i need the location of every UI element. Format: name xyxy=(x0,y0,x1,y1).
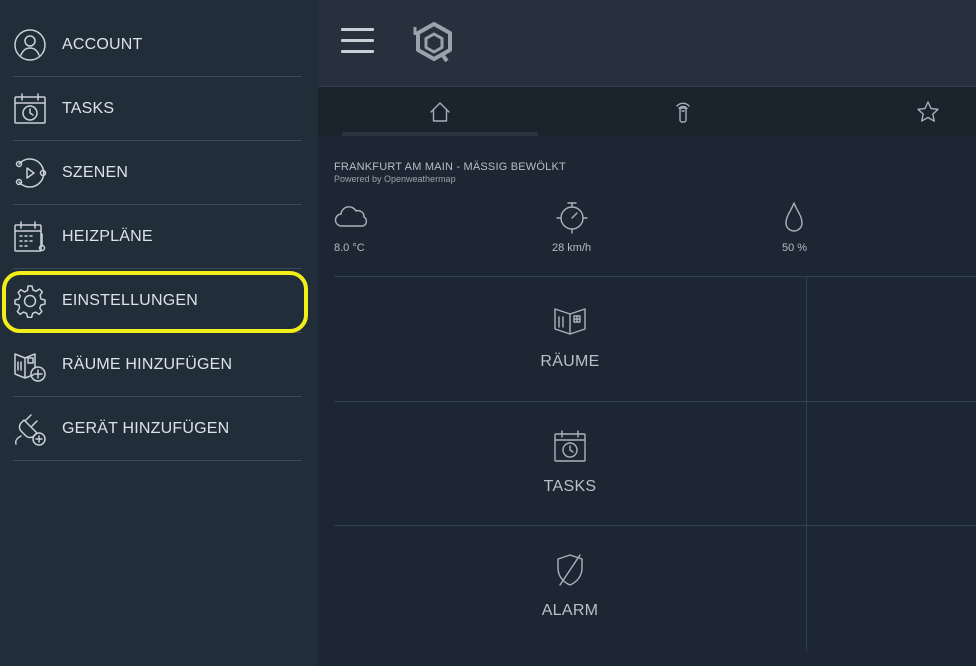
tile-raeume[interactable]: RÄUME xyxy=(334,277,806,401)
weather-provider: Powered by Openweathermap xyxy=(334,174,456,184)
tile-label: TASKS xyxy=(543,478,597,495)
hamburger-menu-icon[interactable] xyxy=(341,28,374,54)
tab-active-indicator xyxy=(342,132,538,136)
sidebar-item-szenen[interactable]: SZENEN xyxy=(13,141,302,205)
humidity-value: 50 % xyxy=(782,242,808,254)
sidebar-item-label: EINSTELLUNGEN xyxy=(62,291,198,309)
sidebar-item-label: HEIZPLÄNE xyxy=(62,227,153,245)
sidebar-item-heizplaene[interactable]: HEIZPLÄNE xyxy=(13,205,302,269)
iq-logo-icon xyxy=(411,20,457,66)
room-add-icon xyxy=(13,348,47,382)
sidebar-item-raeume-hinzufuegen[interactable]: RÄUME HINZUFÜGEN xyxy=(13,333,302,397)
calendar-clock-icon xyxy=(553,429,587,463)
tab-bar xyxy=(318,86,976,136)
calendar-thermometer-icon xyxy=(13,220,47,254)
sidebar-item-label: SZENEN xyxy=(62,163,129,181)
sidebar: ACCOUNT TASKS SZENEN HEIZPLÄNE EINSTELLU… xyxy=(0,0,318,666)
temperature-value: 8.0 °C xyxy=(334,242,365,254)
tile-label: RÄUME xyxy=(540,353,600,370)
sidebar-item-label: RÄUME HINZUFÜGEN xyxy=(62,355,233,373)
tab-remote[interactable] xyxy=(583,87,783,137)
home-icon xyxy=(430,102,450,122)
sidebar-item-label: ACCOUNT xyxy=(62,35,143,53)
tab-home[interactable] xyxy=(340,87,540,137)
tile-alarm[interactable]: ALARM xyxy=(334,526,806,650)
calendar-clock-icon xyxy=(13,92,47,126)
tile-tasks[interactable]: TASKS xyxy=(334,402,806,526)
room-icon xyxy=(553,303,587,337)
sidebar-item-geraet-hinzufuegen[interactable]: GERÄT HINZUFÜGEN xyxy=(13,397,302,461)
user-icon xyxy=(13,28,47,62)
weather-title: FRANKFURT AM MAIN - MÄSSIG BEWÖLKT xyxy=(334,161,566,173)
remote-signal-icon xyxy=(676,102,690,123)
cloud-icon xyxy=(334,203,368,234)
sidebar-item-tasks[interactable]: TASKS xyxy=(13,77,302,141)
shield-off-icon xyxy=(553,553,587,587)
water-drop-icon xyxy=(783,201,805,240)
sidebar-item-account[interactable]: ACCOUNT xyxy=(13,13,302,77)
wind-value: 28 km/h xyxy=(552,242,592,254)
sidebar-item-einstellungen[interactable]: EINSTELLUNGEN xyxy=(13,269,302,333)
tab-favorites[interactable] xyxy=(828,87,976,137)
tile-label: ALARM xyxy=(541,602,599,619)
wind-gauge-icon xyxy=(554,199,590,240)
divider xyxy=(806,277,807,651)
plug-add-icon xyxy=(13,412,47,446)
scenes-icon xyxy=(13,156,47,190)
gear-icon xyxy=(13,284,47,318)
sidebar-item-label: TASKS xyxy=(62,99,115,117)
sidebar-item-label: GERÄT HINZUFÜGEN xyxy=(62,419,230,437)
top-bar xyxy=(318,0,976,86)
star-icon xyxy=(917,101,939,122)
